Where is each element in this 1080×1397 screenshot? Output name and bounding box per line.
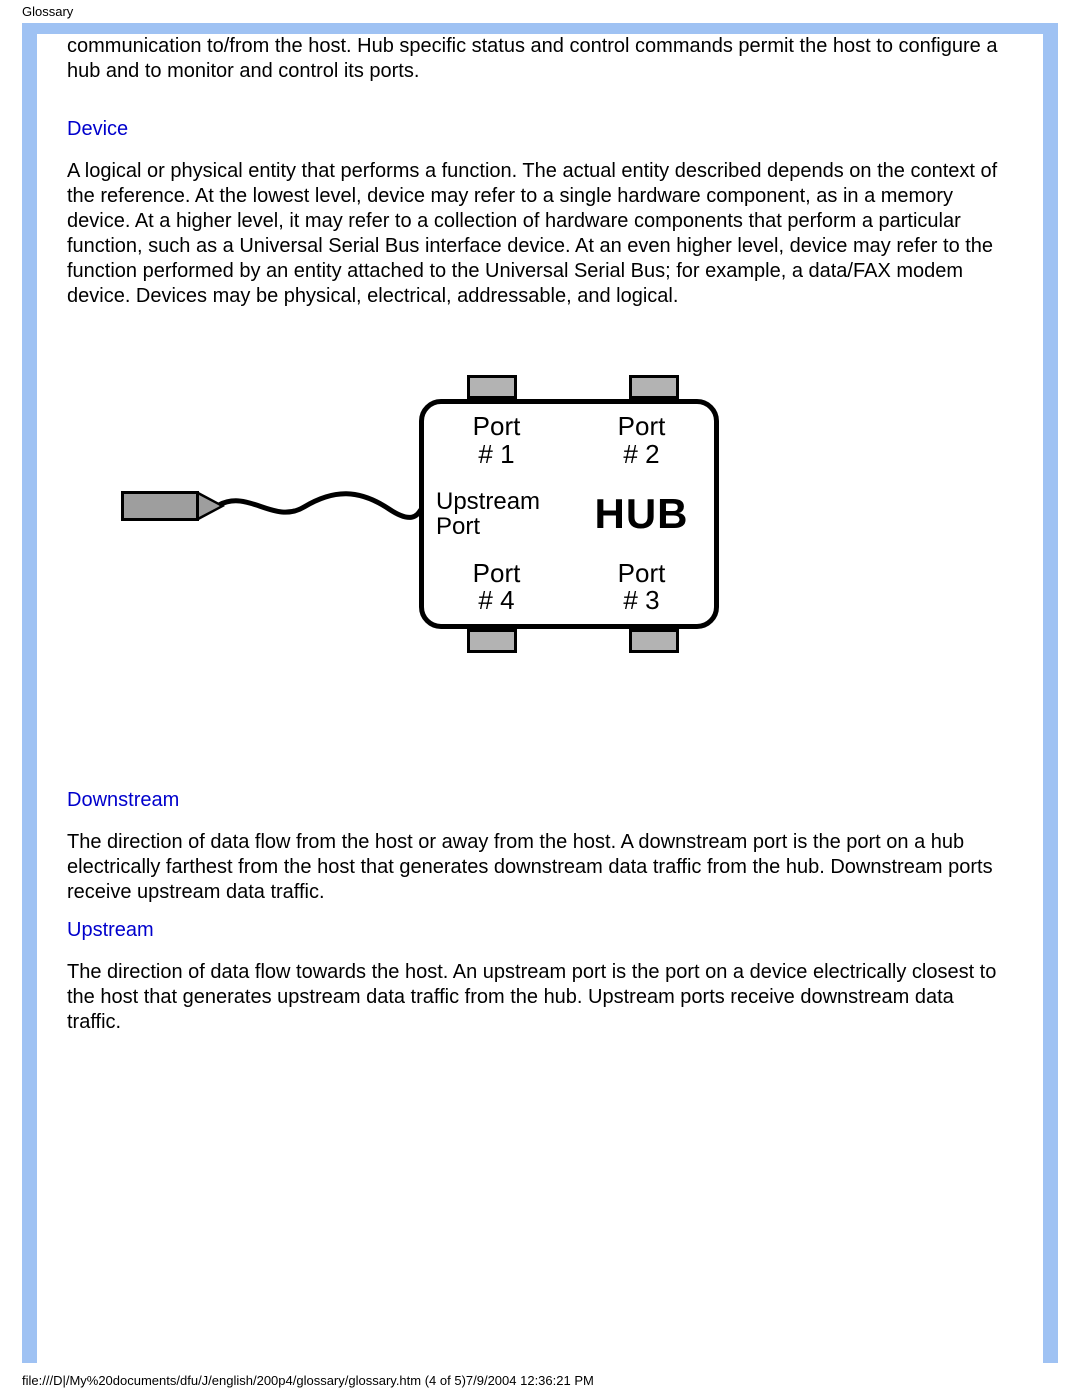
diagram-port3: Port # 3 [569,551,714,624]
diagram-port4: Port # 4 [424,551,569,624]
diagram-port2: Port # 2 [569,404,714,477]
hub-diagram: Port # 1 Port # 2 Upstream Port HUB Port… [89,369,729,659]
paragraph-upstream: The direction of data flow towards the h… [67,960,1013,1035]
cable-icon [219,487,424,527]
paragraph-device: A logical or physical entity that perfor… [67,159,1013,309]
port-tab-icon [467,375,517,399]
port-tab-icon [467,629,517,653]
term-device: Device [67,118,1013,141]
content-frame: communication to/from the host. Hub spec… [22,23,1058,1363]
term-downstream: Downstream [67,789,1013,812]
hub-paragraph-continued: communication to/from the host. Hub spec… [67,34,1013,84]
diagram-upstream-port: Upstream Port [424,477,569,550]
hub-box: Port # 1 Port # 2 Upstream Port HUB Port… [419,399,719,629]
port-tab-icon [629,375,679,399]
footer-path: file:///D|/My%20documents/dfu/J/english/… [0,1363,1080,1394]
term-upstream: Upstream [67,919,1013,942]
port-tab-icon [629,629,679,653]
connector-icon [121,491,199,521]
diagram-port1: Port # 1 [424,404,569,477]
diagram-hub-label: HUB [569,477,714,550]
header-page-label: Glossary [0,0,1080,23]
paragraph-downstream: The direction of data flow from the host… [67,830,1013,905]
